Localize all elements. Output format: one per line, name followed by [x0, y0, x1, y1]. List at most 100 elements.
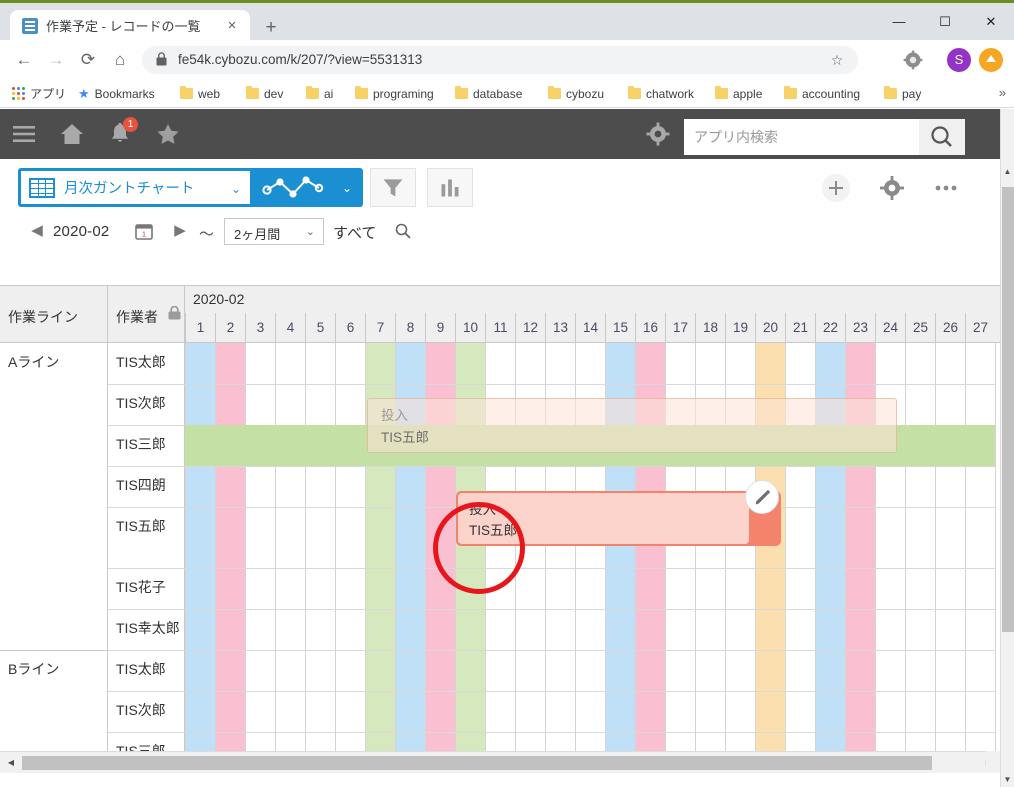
- add-record-button[interactable]: [822, 174, 850, 202]
- magnifier-icon[interactable]: [394, 222, 412, 240]
- horizontal-scroll-thumb[interactable]: [22, 756, 932, 770]
- gantt-gridline: [215, 343, 216, 773]
- folder-icon: [180, 88, 193, 99]
- ghost-task-assignee: TIS五郎: [381, 426, 429, 446]
- folder-icon: [548, 88, 561, 99]
- gantt-worker-name: TIS太郎: [116, 352, 166, 372]
- gantt-gridline: [335, 343, 336, 773]
- gantt-row-gridline: [185, 568, 995, 569]
- filter-button[interactable]: [370, 168, 416, 207]
- profile-avatar[interactable]: S: [947, 48, 971, 72]
- network-chart-icon: [253, 168, 333, 207]
- bookmark-accounting[interactable]: accounting: [784, 80, 860, 107]
- date-toolbar: ◀ 2020-02 1 ▶ 〜 2ヶ月間 ⌄ すべて: [0, 209, 1000, 254]
- gantt-gridline: [365, 343, 366, 773]
- new-tab-button[interactable]: +: [258, 15, 284, 41]
- gantt-worker-name: TIS次郎: [116, 393, 166, 413]
- reload-icon[interactable]: ⟳: [76, 48, 100, 72]
- show-all-link[interactable]: すべて: [333, 222, 376, 243]
- app-search-button[interactable]: [919, 119, 965, 155]
- bookmark-label: cybozu: [566, 87, 604, 101]
- favorites-star-icon[interactable]: [155, 121, 181, 147]
- browser-tab[interactable]: 作業予定 - レコードの一覧 ×: [10, 10, 250, 43]
- extension-gear-icon[interactable]: [902, 49, 924, 71]
- view-toolbar: 月次ガントチャート ⌄ ⌄: [0, 159, 1000, 209]
- more-options-button[interactable]: [932, 174, 960, 202]
- range-select[interactable]: 2ヶ月間 ⌄: [224, 218, 324, 245]
- page-vertical-scrollbar[interactable]: ▲ ▼: [1000, 109, 1014, 787]
- gantt-line-name: Bライン: [8, 659, 59, 679]
- bookmark-dev[interactable]: dev: [246, 80, 283, 107]
- address-bar[interactable]: fe54k.cybozu.com/k/207/?view=5531313 ☆: [142, 46, 858, 74]
- bookmark-star-icon[interactable]: ☆: [828, 51, 846, 69]
- window-maximize-button[interactable]: ☐: [922, 3, 968, 41]
- home-icon[interactable]: [59, 121, 85, 147]
- table-view-icon: [29, 178, 55, 198]
- scroll-left-arrow[interactable]: ◀: [4, 756, 18, 770]
- gantt-row-gridline: [185, 466, 995, 467]
- gantt-day-header: 4: [275, 313, 305, 342]
- gantt-worker-separator: [108, 425, 185, 426]
- calendar-icon[interactable]: 1: [135, 222, 153, 240]
- gantt-ghost-task-bar[interactable]: 投入 TIS五郎: [367, 398, 897, 453]
- back-icon[interactable]: ←: [12, 48, 36, 72]
- range-separator: 〜: [199, 223, 214, 244]
- bookmark-chatwork[interactable]: chatwork: [628, 80, 694, 107]
- tab-close-icon[interactable]: ×: [224, 18, 240, 34]
- forward-icon[interactable]: →: [44, 48, 68, 72]
- gantt-gridline: [185, 343, 186, 773]
- window-close-button[interactable]: ✕: [968, 3, 1014, 41]
- gantt-row-gridline: [185, 609, 995, 610]
- bookmark-pay[interactable]: pay: [884, 80, 921, 107]
- vertical-scroll-thumb[interactable]: [1002, 187, 1014, 632]
- gantt-task-bar[interactable]: 投入 TIS五郎: [456, 491, 781, 546]
- bookmark-apple[interactable]: apple: [715, 80, 762, 107]
- home-icon[interactable]: ⌂: [108, 48, 132, 72]
- bookmark-bookmarks[interactable]: ★ Bookmarks: [78, 80, 155, 107]
- app-search-box[interactable]: [684, 119, 919, 155]
- update-button[interactable]: [979, 48, 1003, 72]
- bookmarks-overflow-icon[interactable]: »: [999, 85, 1006, 100]
- app-settings-button[interactable]: [878, 174, 906, 202]
- folder-icon: [246, 88, 259, 99]
- bookmark-label: programing: [373, 87, 434, 101]
- column-header-line: 作業ライン: [0, 286, 108, 342]
- app-settings-gear-icon[interactable]: [645, 121, 671, 147]
- graph-button[interactable]: [427, 168, 473, 207]
- menu-icon[interactable]: [11, 121, 37, 147]
- notification-badge: 1: [123, 117, 138, 132]
- scroll-down-arrow[interactable]: ▼: [1001, 773, 1014, 787]
- bookmark-apps[interactable]: アプリ: [12, 80, 66, 107]
- gantt-worker-separator: [108, 691, 185, 692]
- gantt-day-column: [245, 343, 275, 773]
- gantt-worker-separator: [108, 732, 185, 733]
- gantt-gridline: [935, 343, 936, 773]
- scroll-up-arrow[interactable]: ▲: [1001, 165, 1014, 179]
- bookmark-ai[interactable]: ai: [306, 80, 333, 107]
- bookmark-web[interactable]: web: [180, 80, 220, 107]
- prev-period-button[interactable]: ◀: [26, 221, 48, 241]
- bookmark-cybozu[interactable]: cybozu: [548, 80, 604, 107]
- bookmark-label: chatwork: [646, 87, 694, 101]
- task-edit-button[interactable]: [745, 480, 779, 514]
- gantt-day-header: 17: [665, 313, 695, 342]
- gantt-day-column: [905, 343, 935, 773]
- window-minimize-button[interactable]: —: [876, 3, 922, 41]
- gantt-row-gridline: [185, 384, 995, 385]
- gantt-day-column: [185, 343, 215, 773]
- gantt-gridline: [965, 343, 966, 773]
- next-period-button[interactable]: ▶: [169, 221, 191, 241]
- gantt-day-header: 2: [215, 313, 245, 342]
- bookmark-label: Bookmarks: [95, 87, 155, 101]
- view-selector[interactable]: 月次ガントチャート ⌄: [18, 168, 253, 207]
- chart-view-button[interactable]: ⌄: [253, 168, 363, 207]
- gantt-horizontal-scrollbar[interactable]: ◀ ▶: [0, 751, 1000, 773]
- notification-bell-icon[interactable]: 1: [107, 121, 133, 147]
- gantt-day-header: 8: [395, 313, 425, 342]
- bookmark-programing[interactable]: programing: [355, 80, 434, 107]
- bookmark-database[interactable]: database: [455, 80, 522, 107]
- app-search-input[interactable]: [684, 119, 919, 155]
- tab-favicon-icon: [22, 18, 38, 34]
- folder-icon: [884, 88, 897, 99]
- column-header-line-label: 作業ライン: [8, 307, 78, 327]
